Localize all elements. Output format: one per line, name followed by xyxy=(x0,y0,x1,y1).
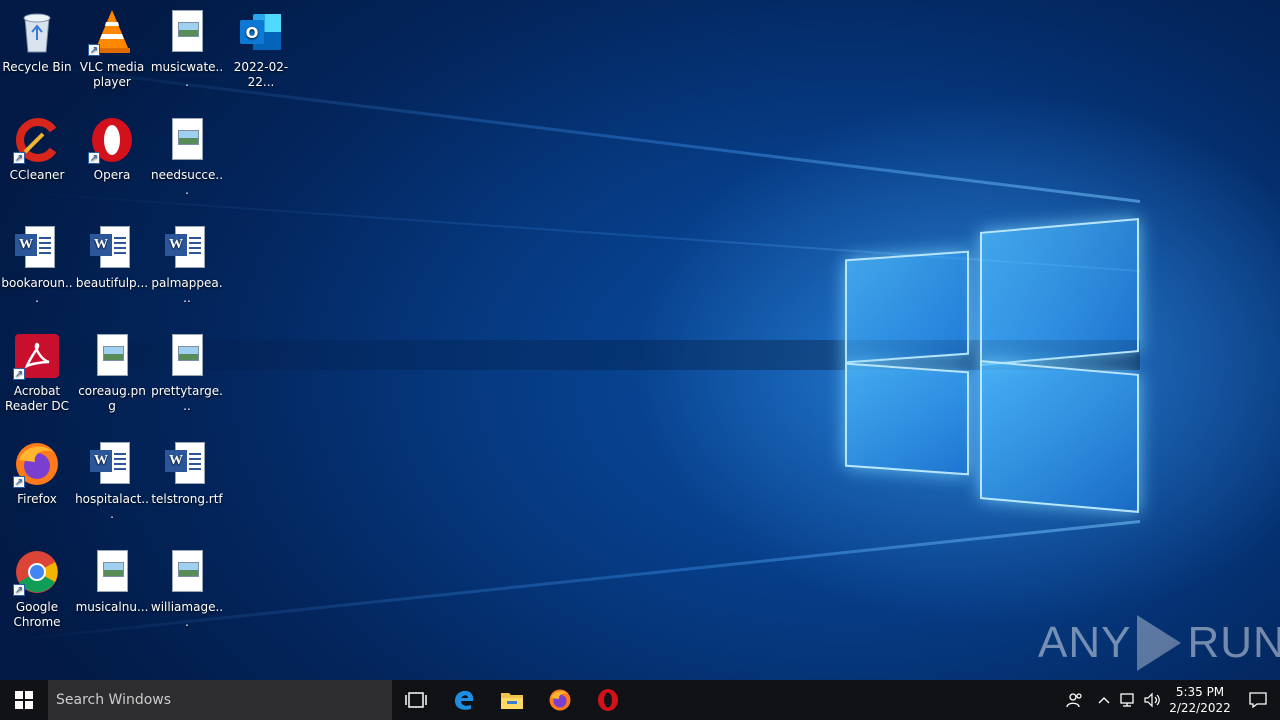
image-file-icon xyxy=(88,548,136,596)
edge-taskbar-button[interactable] xyxy=(440,680,488,720)
recycle-bin-icon xyxy=(13,8,61,56)
windows-logo xyxy=(840,215,1145,515)
watermark-left: ANY xyxy=(1038,618,1132,667)
icon-label: musicalnu... xyxy=(75,600,149,614)
icon-label: CCleaner xyxy=(9,168,65,182)
network-icon xyxy=(1120,693,1134,707)
icon-label: musicwate... xyxy=(150,60,224,89)
start-button[interactable] xyxy=(0,680,48,720)
icon-label: williamage... xyxy=(150,600,224,629)
edge-icon xyxy=(455,690,474,710)
search-box[interactable]: Search Windows xyxy=(48,680,392,720)
desktop-icon-musicwate[interactable]: musicwate... xyxy=(150,2,224,90)
file-explorer-icon xyxy=(501,693,523,709)
task-view-icon xyxy=(405,692,427,708)
icon-label: bookaroun... xyxy=(1,276,73,305)
image-file-icon xyxy=(163,332,211,380)
desktop-icon-bookaroun[interactable]: W bookaroun... xyxy=(0,218,74,306)
clock[interactable]: 5:35 PM 2/22/2022 xyxy=(1164,684,1236,716)
word-document-icon: W xyxy=(88,440,136,488)
desktop-icon-needsucce[interactable]: needsucce... xyxy=(150,110,224,198)
desktop: Recycle Bin ↗ CCleaner W bookaroun... ↗ … xyxy=(0,0,1280,680)
windows-start-icon xyxy=(15,691,33,709)
desktop-icon-beautifulp[interactable]: W beautifulp... xyxy=(75,218,149,291)
word-document-icon: W xyxy=(88,224,136,272)
word-document-icon: W xyxy=(163,224,211,272)
watermark-right: RUN xyxy=(1187,618,1280,667)
icon-label: Firefox xyxy=(17,492,57,506)
shortcut-arrow-icon: ↗ xyxy=(13,584,25,596)
desktop-icon-vlc[interactable]: ↗ VLC media player xyxy=(75,2,149,90)
shortcut-arrow-icon: ↗ xyxy=(13,368,25,380)
svg-text:O: O xyxy=(246,24,259,42)
action-center-button[interactable] xyxy=(1236,680,1280,720)
icon-label: palmappea... xyxy=(151,276,223,305)
clock-time: 5:35 PM xyxy=(1175,685,1225,699)
word-document-icon: W xyxy=(163,440,211,488)
shortcut-arrow-icon: ↗ xyxy=(13,152,25,164)
icon-label: Google Chrome xyxy=(13,600,61,629)
desktop-icon-telstrong[interactable]: W telstrong.rtf xyxy=(150,434,224,507)
taskbar: Search Windows 5:35 PM 2/22/2022 xyxy=(0,680,1280,720)
outlook-icon: O xyxy=(237,8,285,56)
shortcut-arrow-icon: ↗ xyxy=(88,152,100,164)
people-icon xyxy=(1066,693,1082,708)
people-button[interactable] xyxy=(1058,680,1092,720)
image-file-icon xyxy=(88,332,136,380)
desktop-icon-recycle-bin[interactable]: Recycle Bin xyxy=(0,2,74,75)
volume-button[interactable] xyxy=(1140,680,1164,720)
icon-label: hospitalact... xyxy=(75,492,149,521)
icon-label: coreaug.png xyxy=(78,384,146,413)
desktop-icon-hospitalact[interactable]: W hospitalact... xyxy=(75,434,149,522)
anyrun-watermark: ANY RUN xyxy=(1038,615,1280,671)
icon-label: 2022-02-22... xyxy=(233,60,289,89)
icon-label: needsucce... xyxy=(150,168,224,197)
speaker-icon xyxy=(1144,692,1160,708)
image-file-icon xyxy=(163,548,211,596)
word-document-icon: W xyxy=(13,224,61,272)
desktop-icon-prettytarge[interactable]: prettytarge... xyxy=(150,326,224,414)
ccleaner-icon: ↗ xyxy=(13,116,61,164)
icon-label: Recycle Bin xyxy=(2,60,72,74)
task-view-button[interactable] xyxy=(392,680,440,720)
icon-label: telstrong.rtf xyxy=(151,492,223,506)
desktop-icon-palmappea[interactable]: W palmappea... xyxy=(150,218,224,306)
icon-label: beautifulp... xyxy=(75,276,149,290)
chevron-up-icon xyxy=(1098,697,1110,704)
show-hidden-icons-button[interactable] xyxy=(1092,680,1116,720)
icon-label: Acrobat Reader DC xyxy=(5,384,69,413)
desktop-icon-opera[interactable]: ↗ Opera xyxy=(75,110,149,183)
firefox-icon xyxy=(549,689,571,711)
desktop-icon-chrome[interactable]: ↗ Google Chrome xyxy=(0,542,74,630)
desktop-icon-firefox[interactable]: ↗ Firefox xyxy=(0,434,74,507)
shortcut-arrow-icon: ↗ xyxy=(88,44,100,56)
shortcut-arrow-icon: ↗ xyxy=(13,476,25,488)
image-file-icon xyxy=(163,8,211,56)
desktop-icon-musicalnu[interactable]: musicalnu... xyxy=(75,542,149,615)
desktop-icon-outlook-item[interactable]: O 2022-02-22... xyxy=(224,2,298,90)
icon-label: VLC media player xyxy=(79,60,145,89)
desktop-icon-williamage[interactable]: williamage... xyxy=(150,542,224,630)
notification-icon xyxy=(1249,692,1267,708)
vlc-icon: ↗ xyxy=(88,8,136,56)
firefox-taskbar-button[interactable] xyxy=(536,680,584,720)
desktop-icon-coreaug[interactable]: coreaug.png xyxy=(75,326,149,414)
search-placeholder: Search Windows xyxy=(56,692,172,708)
icon-label: Opera xyxy=(93,168,131,182)
firefox-icon: ↗ xyxy=(13,440,61,488)
clock-date: 2/22/2022 xyxy=(1169,701,1231,715)
icon-label: prettytarge... xyxy=(151,384,223,413)
file-explorer-taskbar-button[interactable] xyxy=(488,680,536,720)
system-tray: 5:35 PM 2/22/2022 xyxy=(1058,680,1280,720)
desktop-icon-ccleaner[interactable]: ↗ CCleaner xyxy=(0,110,74,183)
network-button[interactable] xyxy=(1116,680,1140,720)
acrobat-reader-icon: ↗ xyxy=(13,332,61,380)
opera-icon: ↗ xyxy=(88,116,136,164)
play-icon xyxy=(1137,615,1182,671)
image-file-icon xyxy=(163,116,211,164)
opera-taskbar-button[interactable] xyxy=(584,680,632,720)
chrome-icon: ↗ xyxy=(13,548,61,596)
desktop-icon-acrobat[interactable]: ↗ Acrobat Reader DC xyxy=(0,326,74,414)
opera-icon xyxy=(598,689,618,711)
